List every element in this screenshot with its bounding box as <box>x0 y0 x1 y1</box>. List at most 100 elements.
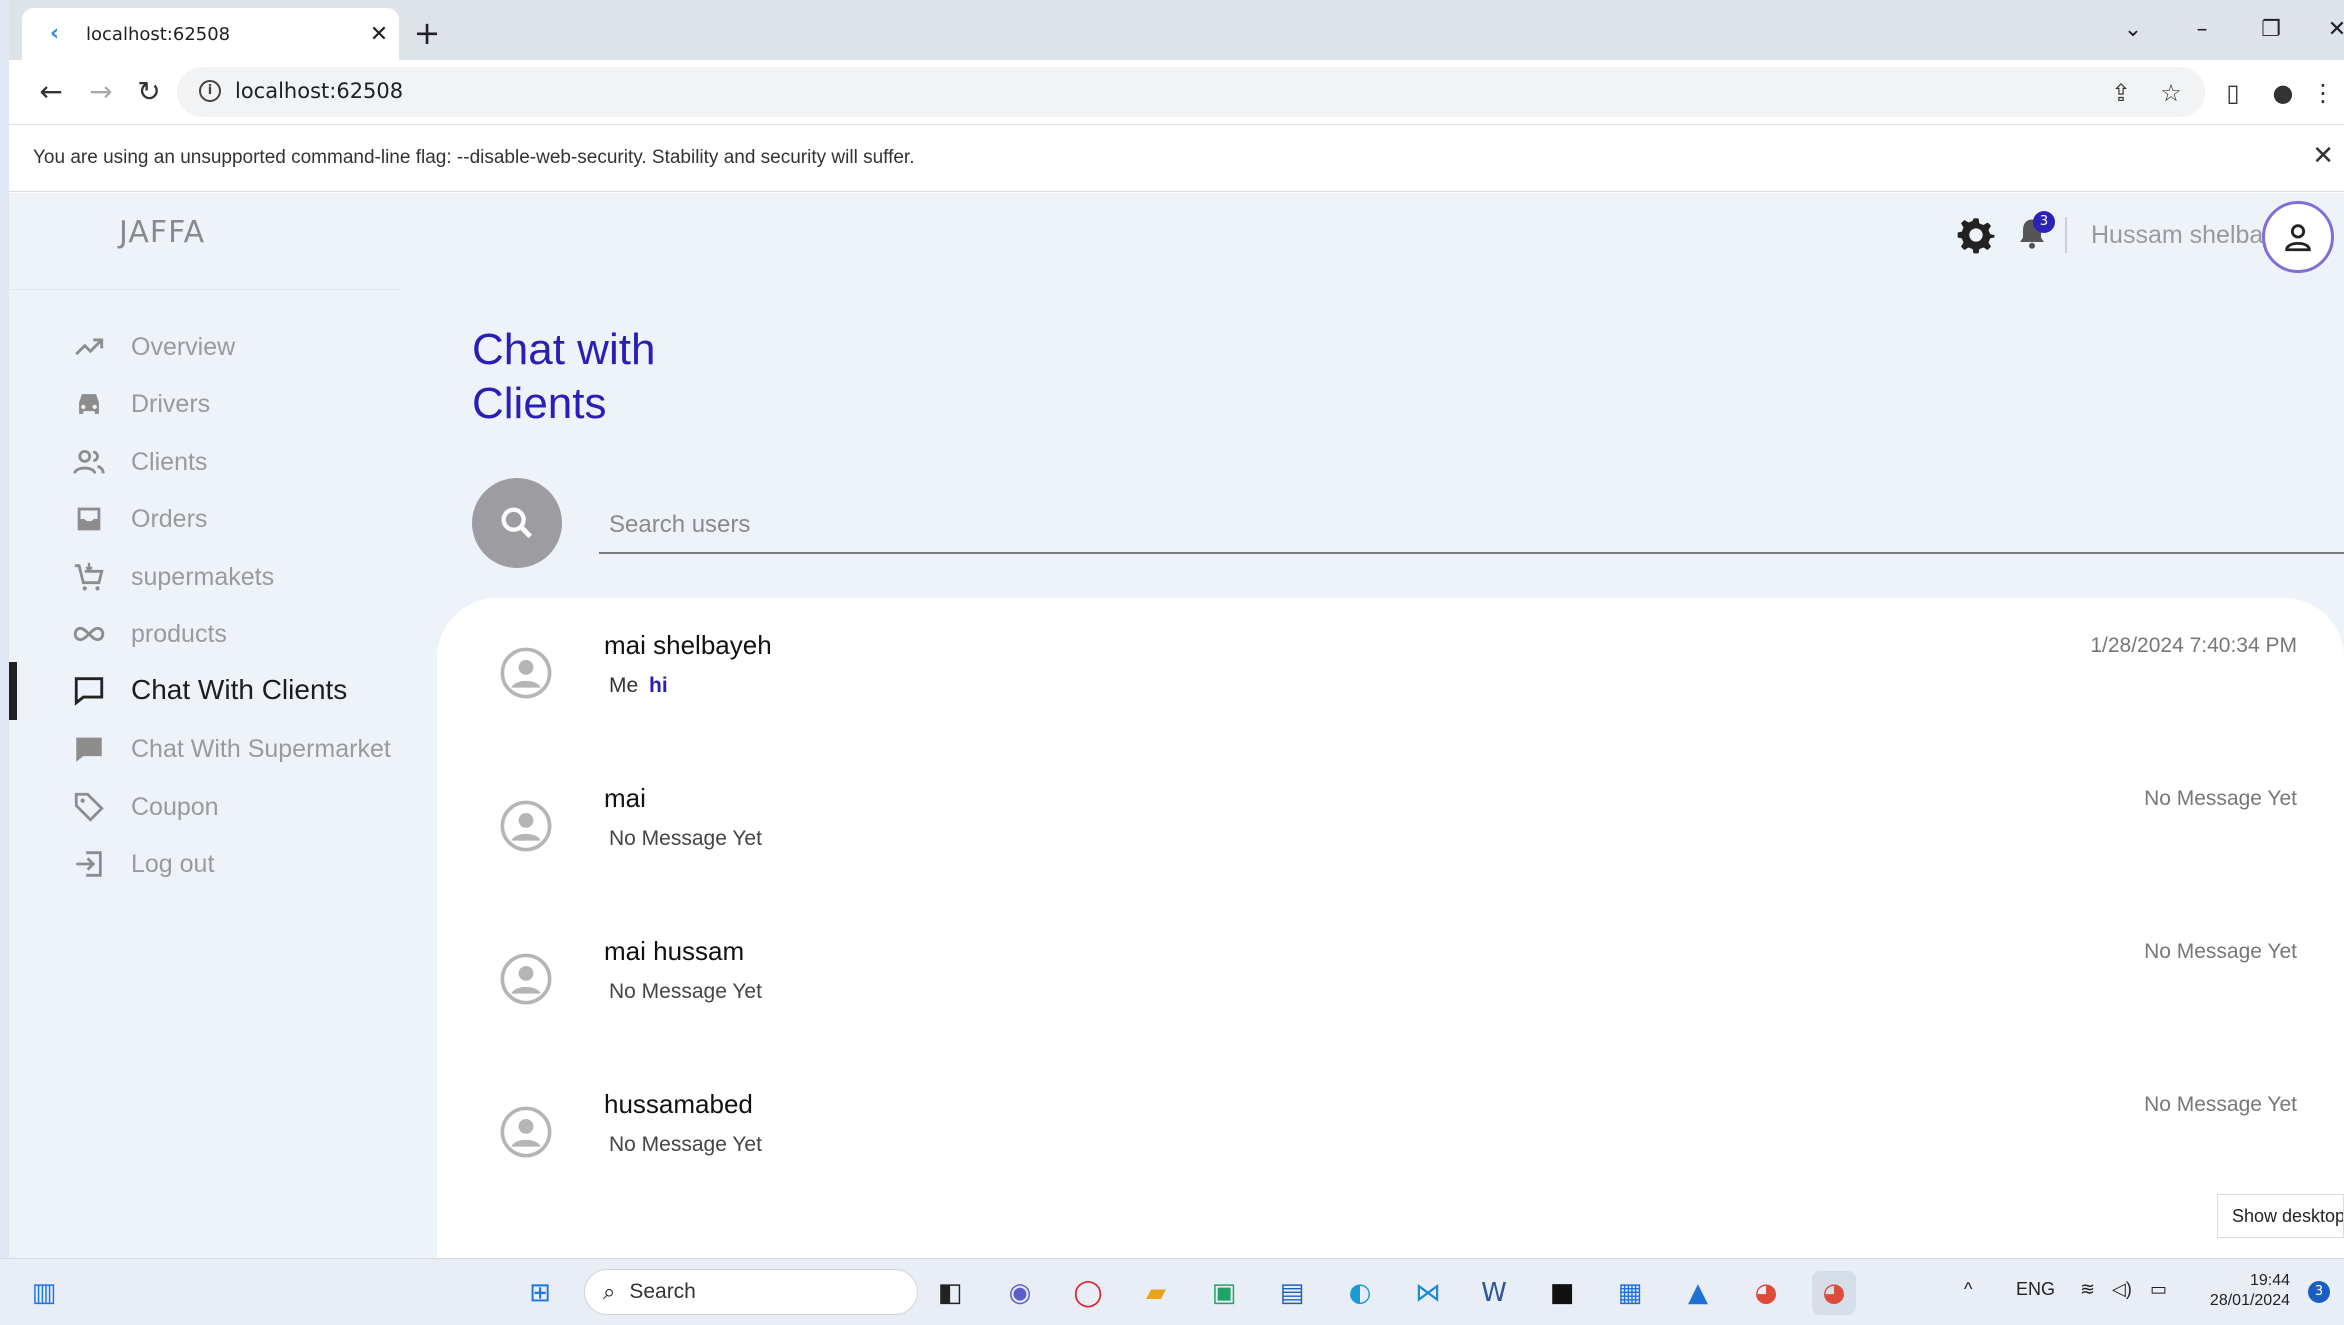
store-icon[interactable]: ▤ <box>1270 1271 1314 1315</box>
taskbar-search-label: Search <box>629 1280 696 1303</box>
language-indicator[interactable]: ENG <box>2016 1279 2055 1300</box>
bookmark-star-icon[interactable]: ☆ <box>2151 73 2191 113</box>
brand-divider <box>9 289 401 290</box>
person-icon <box>2285 224 2311 252</box>
teams-icon[interactable]: ◉ <box>998 1271 1042 1315</box>
search-button[interactable] <box>472 478 562 568</box>
forward-icon[interactable]: → <box>79 70 123 114</box>
restore-button[interactable]: ❐ <box>2241 8 2301 52</box>
sidebar-item-label: Chat With Clients <box>131 674 348 705</box>
task-view-icon[interactable]: ◧ <box>928 1271 972 1315</box>
widgets-icon[interactable]: ▥ <box>22 1271 66 1315</box>
sidebar-item-chat-with-supermarket[interactable]: Chat With Supermarket <box>9 719 427 779</box>
search-icon: ⌕ <box>603 1279 616 1305</box>
sidebar-item-drivers[interactable]: Drivers <box>9 374 427 434</box>
chat-timestamp: No Message Yet <box>2144 1093 2297 1116</box>
tag-icon <box>69 787 109 827</box>
notepad-icon[interactable]: ▦ <box>1608 1271 1652 1315</box>
infobar-message: You are using an unsupported command-lin… <box>33 147 915 168</box>
volume-icon[interactable]: ◁) <box>2112 1279 2132 1300</box>
address-url: localhost:62508 <box>235 79 404 103</box>
inbox-icon <box>69 499 109 539</box>
page-title-line: Clients <box>472 379 607 428</box>
chat-contact-name: mai hussam <box>604 936 745 966</box>
minimize-button[interactable]: – <box>2172 8 2232 52</box>
sidebar-item-supermarkets[interactable]: supermakets <box>9 547 427 607</box>
notification-center-badge[interactable]: 3 <box>2308 1281 2330 1303</box>
sidebar-item-orders[interactable]: Orders <box>9 489 427 549</box>
user-avatar-icon <box>500 800 552 852</box>
page-title: Chat with Clients <box>472 323 655 431</box>
reload-icon[interactable]: ↻ <box>127 70 171 114</box>
active-indicator <box>9 662 17 720</box>
sidebar-item-label: Overview <box>131 332 236 361</box>
sidebar-item-clients[interactable]: Clients <box>9 432 427 492</box>
infobar-close-icon[interactable]: ✕ <box>2312 141 2334 171</box>
address-bar[interactable]: i localhost:62508 <box>177 67 2205 117</box>
new-tab-button[interactable]: + <box>407 14 447 54</box>
profile-icon[interactable]: ● <box>2263 73 2303 113</box>
search-users-input[interactable] <box>599 498 2344 554</box>
chat-list-item[interactable]: mai hussam No Message Yet No Message Yet <box>437 904 2344 1054</box>
windows-start-icon[interactable]: ⊞ <box>518 1271 562 1315</box>
chat-list-item[interactable]: hussamabed No Message Yet No Message Yet <box>437 1057 2344 1207</box>
taskbar-search[interactable]: ⌕ Search <box>584 1269 918 1315</box>
terminal-icon[interactable]: ■ <box>1540 1271 1584 1315</box>
chat-list-item[interactable]: mai shelbayeh Me hi 1/28/2024 7:40:34 PM <box>437 598 2344 748</box>
sidebar-item-chat-with-clients[interactable]: Chat With Clients <box>9 660 427 720</box>
logout-icon <box>69 844 109 884</box>
settings-gear-icon[interactable] <box>1956 215 1996 255</box>
sidebar: JAFFA Overview Drivers Clients Orders su… <box>9 193 427 1258</box>
chat-contact-name: mai <box>604 783 646 813</box>
chat-contact-name: mai shelbayeh <box>604 630 772 660</box>
vscode-icon[interactable]: ⋈ <box>1406 1271 1450 1315</box>
chrome-icon[interactable]: ◕ <box>1744 1271 1788 1315</box>
chat-list-item[interactable]: mai No Message Yet No Message Yet <box>437 751 2344 901</box>
sidebar-item-overview[interactable]: Overview <box>9 317 427 377</box>
tab-close-icon[interactable]: ✕ <box>359 22 399 47</box>
car-icon <box>69 384 109 424</box>
sidebar-item-label: Chat With Supermarket <box>131 734 391 763</box>
search-icon <box>501 507 533 539</box>
file-explorer-icon[interactable]: ▰ <box>1134 1271 1178 1315</box>
window-close-button[interactable]: ✕ <box>2307 8 2344 52</box>
wifi-icon[interactable]: ≋ <box>2080 1279 2095 1300</box>
user-avatar-icon <box>500 953 552 1005</box>
chat-timestamp: No Message Yet <box>2144 940 2297 963</box>
menu-kebab-icon[interactable]: ⋮ <box>2303 73 2343 113</box>
notification-badge: 3 <box>2033 211 2055 233</box>
brand-logo: JAFFA <box>119 215 206 250</box>
os-taskbar: ▥ ⊞ ⌕ Search ◧ ◉ ◯ ▰ ▣ ▤ ◐ ⋈ W ■ ▦ ▲ ◕ ◕… <box>0 1258 2344 1325</box>
sidebar-item-label: products <box>131 619 227 648</box>
tab-title: localhost:62508 <box>86 23 231 45</box>
android-studio-icon[interactable]: ▣ <box>1202 1271 1246 1315</box>
back-icon[interactable]: ← <box>29 70 73 114</box>
battery-icon[interactable]: ▭ <box>2150 1279 2167 1300</box>
system-clock[interactable]: 19:44 28/01/2024 <box>2190 1271 2290 1311</box>
header-divider <box>2065 217 2067 253</box>
sidebar-item-label: Log out <box>131 849 215 878</box>
trending-up-icon <box>69 327 109 367</box>
chat-contact-name: hussamabed <box>604 1089 753 1119</box>
sidebar-item-coupon[interactable]: Coupon <box>9 777 427 837</box>
sidebar-item-label: Coupon <box>131 792 219 821</box>
word-icon[interactable]: W <box>1472 1271 1516 1315</box>
sidebar-item-products[interactable]: products <box>9 604 427 664</box>
user-avatar-button[interactable] <box>2262 201 2334 273</box>
side-panel-icon[interactable]: ▯ <box>2213 73 2253 113</box>
tab-strip: ‹ localhost:62508 ✕ + ⌄ – ❐ ✕ <box>9 0 2344 60</box>
edge-icon[interactable]: ◐ <box>1338 1271 1382 1315</box>
browser-window: ‹ localhost:62508 ✕ + ⌄ – ❐ ✕ ← → ↻ i lo… <box>9 0 2344 1298</box>
chat-timestamp: 1/28/2024 7:40:34 PM <box>2090 634 2297 657</box>
tab-search-chevron-icon[interactable]: ⌄ <box>2103 8 2163 52</box>
photos-icon[interactable]: ▲ <box>1676 1271 1720 1315</box>
page-title-line: Chat with <box>472 325 656 374</box>
chrome-active-icon[interactable]: ◕ <box>1812 1271 1856 1315</box>
opera-icon[interactable]: ◯ <box>1066 1271 1110 1315</box>
tray-overflow-icon[interactable]: ^ <box>1964 1279 1972 1300</box>
sidebar-item-logout[interactable]: Log out <box>9 834 427 894</box>
share-icon[interactable]: ⇪ <box>2101 73 2141 113</box>
user-avatar-icon <box>500 1106 552 1158</box>
site-info-icon[interactable]: i <box>199 80 221 102</box>
browser-tab[interactable]: ‹ localhost:62508 ✕ <box>22 8 399 60</box>
